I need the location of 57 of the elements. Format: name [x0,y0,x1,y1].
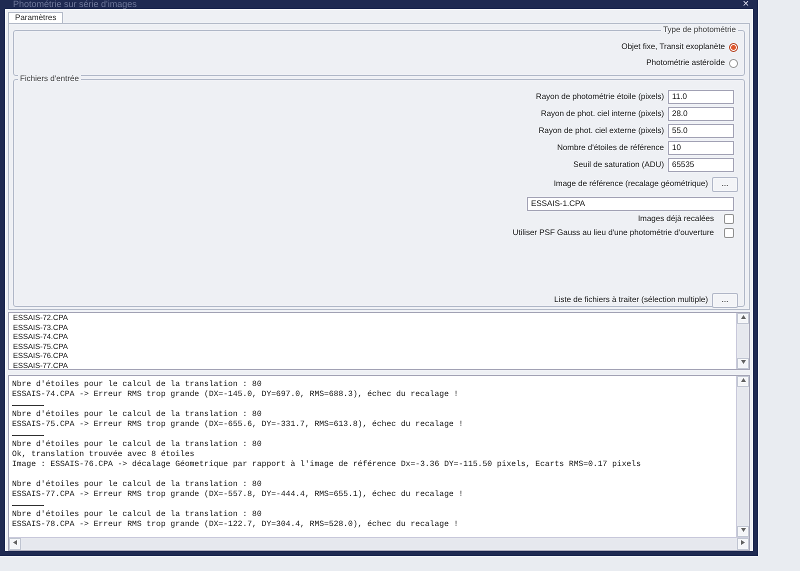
window-title: Photométrie sur série d'images [12,0,137,9]
log-line: Image : ESSAIS-76.CPA -> décalage Géometrique par rapport à l'image de référence Dx=-3.36 DY=-115.50 pixels, Ecarts RMS=0.17 pixels [12,460,642,470]
triangle-down-icon [740,528,746,532]
horizontal-scrollbar[interactable] [9,537,749,550]
input-field[interactable]: 10 [668,140,734,154]
scroll-right-button[interactable] [737,538,749,550]
browse-button[interactable]: ... [712,292,738,308]
input-field[interactable]: 65535 [668,158,734,172]
field-label: Rayon de photométrie étoile (pixels) [536,90,664,102]
log-line: Nbre d'étoiles pour le calcul de la translation : 80 [12,510,263,520]
log-line: ESSAIS-78.CPA -> Erreur RMS trop grande (DX=-122.7, DY=304.4, RMS=528.0), échec du recalage ! [12,520,460,530]
triangle-up-icon [740,315,746,320]
checkbox-label: Utiliser PSF Gauss au lieu d'une photométrie d'ouverture [512,227,714,239]
separator-line [12,434,44,436]
scroll-down-button[interactable] [737,358,749,369]
triangle-right-icon [741,540,745,545]
scroll-left-button[interactable] [9,538,21,550]
checkbox[interactable] [724,228,734,238]
field-label: Rayon de phot. ciel externe (pixels) [538,124,664,136]
group-legend: Type de photométrie [661,25,738,35]
triangle-up-icon [740,378,746,382]
input-field[interactable]: 28.0 [668,106,734,120]
checkbox-label: Images déjà recalées [638,213,714,225]
separator-line [12,504,44,506]
radio-label: Photométrie astéroïde [646,57,725,69]
radio-button[interactable] [729,42,738,52]
radio-label: Objet fixe, Transit exoplanète [621,41,725,53]
scroll-up-button[interactable] [737,376,749,387]
scroll-up-button[interactable] [737,313,749,324]
field-label: Seuil de saturation (ADU) [573,158,664,170]
input-field[interactable]: 11.0 [668,90,734,104]
scroll-down-button[interactable] [737,526,749,537]
radio-button[interactable] [729,58,738,68]
triangle-down-icon [740,360,746,364]
log-line: ESSAIS-74.CPA -> Erreur RMS trop grande (DX=-145.0, DY=697.0, RMS=688.3), échec du recalage ! [12,390,460,400]
input-field[interactable]: ESSAIS-1.CPA [527,196,734,210]
log-line: Nbre d'étoiles pour le calcul de la translation : 80 [12,480,263,490]
field-label: Rayon de phot. ciel interne (pixels) [540,108,664,120]
field-label: Liste de fichiers à traiter (sélection multiple) [554,294,708,306]
log-line: Nbre d'étoiles pour le calcul de la translation : 80 [12,380,263,390]
vertical-scrollbar[interactable] [736,313,749,369]
field-label: Nombre d'étoiles de référence [557,142,664,154]
log-line: Ok, translation trouvée avec 8 étoiles [12,450,196,460]
separator-line [12,404,44,406]
field-label: Image de référence (recalage géométrique) [554,178,708,190]
log-line: ESSAIS-77.CPA -> Erreur RMS trop grande (DX=-557.8, DY=-444.4, RMS=655.1), échec du recalage ! [12,490,464,500]
triangle-left-icon [13,540,17,545]
group-legend: Fichiers d'entrée [18,74,81,84]
checkbox[interactable] [724,214,734,224]
browse-button[interactable]: ... [712,176,738,192]
log-line: Nbre d'étoiles pour le calcul de la translation : 80 [12,440,263,450]
close-button[interactable]: × [738,0,753,9]
log-line: Nbre d'étoiles pour le calcul de la translation : 80 [12,410,263,420]
vertical-scrollbar[interactable] [736,376,749,537]
tab[interactable]: Paramètres [8,12,64,23]
log-line: ESSAIS-75.CPA -> Erreur RMS trop grande (DX=-655.6, DY=-331.7, RMS=613.8), échec du recalage ! [12,420,464,430]
input-field[interactable]: 55.0 [668,124,734,138]
